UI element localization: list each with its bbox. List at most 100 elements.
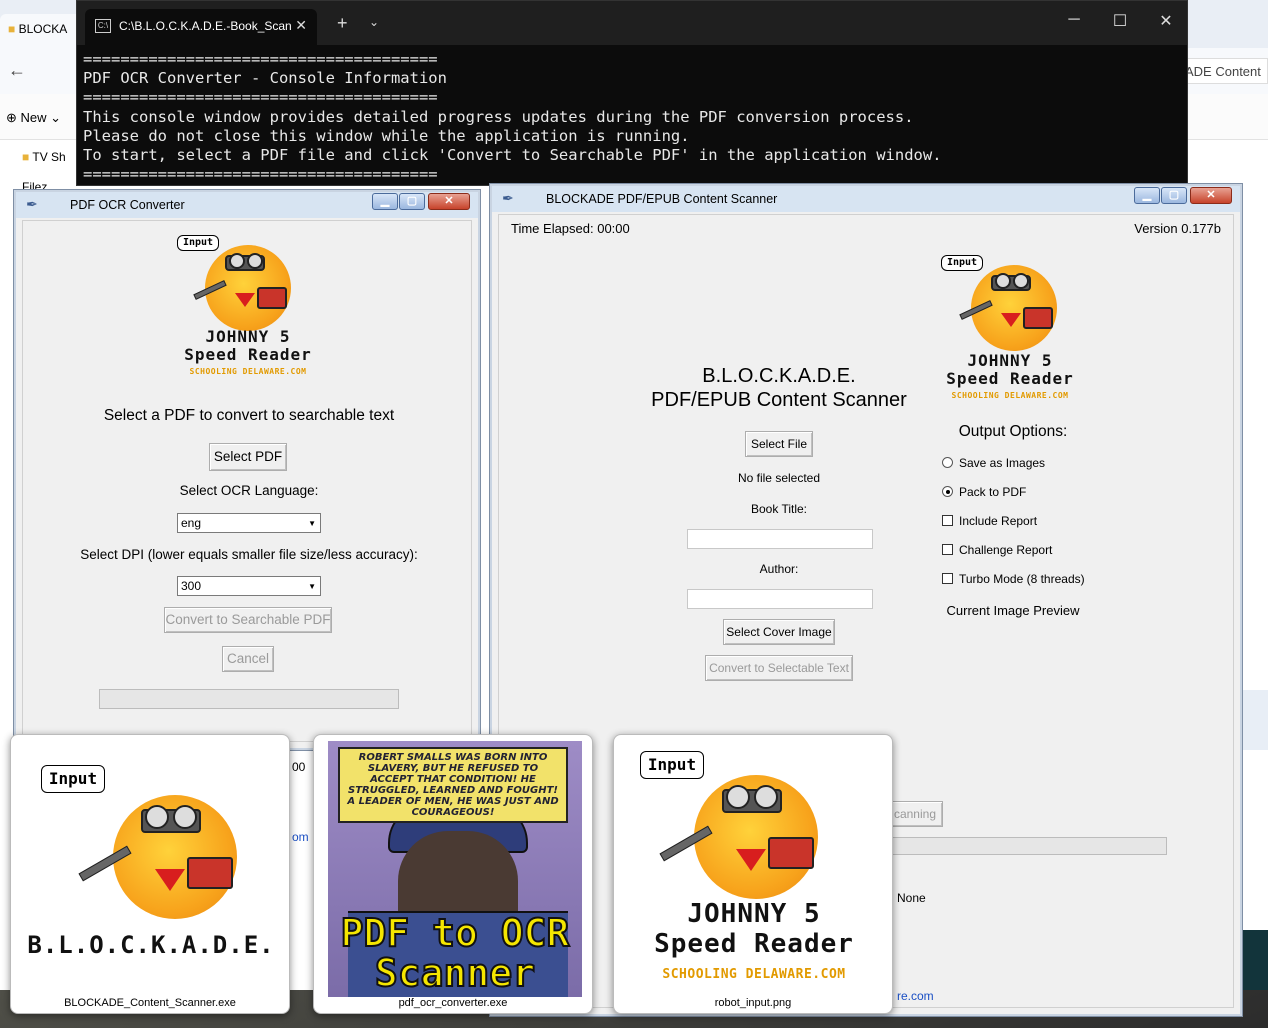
book-title-input[interactable] <box>687 529 873 549</box>
logo-line-1: JOHNNY 5 <box>687 899 821 929</box>
checkbox-turbo-mode[interactable] <box>942 573 953 584</box>
select-pdf-prompt: Select a PDF to convert to searchable te… <box>103 407 395 424</box>
comic-title-line-1: PDF to OCR <box>340 910 571 956</box>
output-options-label: Output Options: <box>958 423 1068 440</box>
folder-icon: ■ <box>22 150 30 164</box>
logo-subtitle: SCHOOLING DELAWARE.COM <box>951 391 1069 400</box>
checkbox-challenge-report[interactable] <box>942 544 953 555</box>
logo-line-1: JOHNNY 5 <box>205 327 291 346</box>
new-tab-icon[interactable]: + <box>337 13 348 34</box>
radio-save-as-images[interactable] <box>942 457 953 468</box>
author-input[interactable] <box>687 589 873 609</box>
terminal-line: Please do not close this window while th… <box>83 126 690 145</box>
explorer-tab[interactable]: ■ BLOCKA <box>0 14 86 48</box>
comic-cover-image: ROBERT SMALLS WAS BORN INTO SLAVERY, BUT… <box>328 741 582 997</box>
close-icon[interactable]: ✕ <box>1151 11 1181 31</box>
terminal-line: ====================================== <box>83 165 438 184</box>
select-cover-image-button[interactable]: Select Cover Image <box>723 619 835 645</box>
book-title-label: Book Title: <box>750 502 808 516</box>
johnny5-logo: Input <box>638 745 868 905</box>
explorer-side-panel <box>1240 690 1268 750</box>
partial-link: om <box>292 830 309 844</box>
terminal-line: ====================================== <box>83 88 438 107</box>
maximize-button[interactable]: ▢ <box>399 193 425 210</box>
window-title: BLOCKADE PDF/EPUB Content Scanner <box>546 192 778 206</box>
minimize-icon[interactable]: ─ <box>1059 11 1089 29</box>
window-titlebar[interactable]: ✒ BLOCKADE PDF/EPUB Content Scanner ▁ ▢ … <box>492 186 1240 212</box>
maximize-icon[interactable]: ☐ <box>1105 11 1135 31</box>
terminal-tab-title: C:\B.L.O.C.K.A.D.E.-Book_Scan <box>119 19 292 33</box>
terminal-tab[interactable]: C:\ C:\B.L.O.C.K.A.D.E.-Book_Scan ✕ <box>85 9 317 45</box>
chevron-down-icon[interactable]: ⌄ <box>369 15 379 29</box>
window-title: PDF OCR Converter <box>70 198 185 212</box>
johnny5-logo: Input <box>37 759 257 929</box>
convert-to-selectable-text-button[interactable]: Convert to Selectable Text <box>705 655 853 681</box>
ocr-language-select[interactable]: eng ▼ <box>177 513 321 533</box>
thumbnail-pdf-ocr-exe[interactable]: ROBERT SMALLS WAS BORN INTO SLAVERY, BUT… <box>313 734 593 1014</box>
thumbnail-blockade-exe[interactable]: Input B.L.O.C.K.A.D.E. BLOCKADE_Content_… <box>10 734 290 1014</box>
sidebar-item-tv-shows[interactable]: ■ TV Sh <box>22 150 66 164</box>
feather-icon: ✒ <box>26 196 38 212</box>
logo-subtitle: SCHOOLING DELAWARE.COM <box>662 967 846 982</box>
thumbnail-filename: pdf_ocr_converter.exe <box>398 997 508 1009</box>
current-image-preview-label: Current Image Preview <box>946 603 1080 618</box>
console-icon: C:\ <box>95 19 111 33</box>
radio-pack-to-pdf[interactable] <box>942 486 953 497</box>
terminal-output: ====================================== PD… <box>83 50 942 184</box>
terminal-line: ====================================== <box>83 50 438 68</box>
select-pdf-button[interactable]: Select PDF <box>209 443 287 471</box>
terminal-line: PDF OCR Converter - Console Information <box>83 69 447 88</box>
minimize-button[interactable]: ▁ <box>1134 187 1160 204</box>
ocr-client-area: Input JOHNNY 5 Speed Reader SCHOOLING DE… <box>22 220 472 742</box>
comic-title-line-2: Scanner <box>374 950 536 996</box>
checkbox-include-report[interactable] <box>942 515 953 526</box>
comic-caption: ROBERT SMALLS WAS BORN INTO SLAVERY, BUT… <box>338 747 568 823</box>
ocr-language-value: eng <box>181 516 202 530</box>
app-title-line-1: B.L.O.C.K.A.D.E. <box>702 365 856 387</box>
logo-line-2: Speed Reader <box>184 345 312 364</box>
back-arrow-icon[interactable]: ← <box>8 60 26 81</box>
window-titlebar[interactable]: ✒ PDF OCR Converter ▁ ▢ ✕ <box>16 192 478 218</box>
minimize-button[interactable]: ▁ <box>372 193 398 210</box>
terminal-line: This console window provides detailed pr… <box>83 107 914 126</box>
convert-to-searchable-pdf-button[interactable]: Convert to Searchable PDF <box>164 607 332 633</box>
new-button[interactable]: ⊕ New ⌄ <box>6 110 61 126</box>
plus-circle-icon: ⊕ <box>6 110 17 125</box>
app-title-line-2: PDF/EPUB Content Scanner <box>651 389 907 411</box>
dpi-label: Select DPI (lower equals smaller file si… <box>80 547 418 562</box>
time-elapsed-label: Time Elapsed: 00:00 <box>511 221 630 236</box>
conversion-progress-bar <box>99 689 399 709</box>
partial-text: 00 <box>292 760 306 774</box>
maximize-button[interactable]: ▢ <box>1161 187 1187 204</box>
select-file-button[interactable]: Select File <box>745 431 813 457</box>
website-link[interactable]: re.com <box>897 989 934 1003</box>
cancel-button[interactable]: Cancel <box>222 646 274 672</box>
johnny5-logo: Input <box>935 249 1085 359</box>
dpi-select[interactable]: 300 ▼ <box>177 576 321 596</box>
version-label: Version 0.177b <box>1134 221 1221 236</box>
scanner-progress-bar <box>879 837 1167 855</box>
folder-icon: ■ <box>8 22 16 36</box>
close-tab-icon[interactable]: ✕ <box>295 17 307 34</box>
logo-line-2: Speed Reader <box>946 369 1074 388</box>
ocr-language-label: Select OCR Language: <box>179 483 319 498</box>
author-label: Author: <box>759 562 799 576</box>
terminal-tab-bar: C:\ C:\B.L.O.C.K.A.D.E.-Book_Scan ✕ + ⌄ … <box>77 1 1187 45</box>
dropdown-arrow-icon: ▼ <box>308 582 316 591</box>
thumbnail-filename: BLOCKADE_Content_Scanner.exe <box>64 997 236 1009</box>
close-button[interactable]: ✕ <box>1190 187 1232 204</box>
thumbnail-caption: B.L.O.C.K.A.D.E. <box>27 931 275 959</box>
thumbnail-filename: robot_input.png <box>714 997 792 1009</box>
terminal-line: To start, select a PDF file and click 'C… <box>83 146 942 165</box>
address-bar[interactable]: ADE Content <box>1178 58 1268 84</box>
status-none-label: None <box>897 891 926 905</box>
thumbnail-robot-input-png[interactable]: Input JOHNNY 5 Speed Reader SCHOOLING DE… <box>613 734 893 1014</box>
dropdown-arrow-icon: ▼ <box>308 519 316 528</box>
terminal-window: C:\ C:\B.L.O.C.K.A.D.E.-Book_Scan ✕ + ⌄ … <box>76 0 1188 186</box>
logo-subtitle: SCHOOLING DELAWARE.COM <box>189 367 307 376</box>
dpi-value: 300 <box>181 579 202 593</box>
logo-line-1: JOHNNY 5 <box>967 351 1053 370</box>
feather-icon: ✒ <box>502 190 514 206</box>
close-button[interactable]: ✕ <box>428 193 470 210</box>
logo-line-2: Speed Reader <box>654 929 854 959</box>
